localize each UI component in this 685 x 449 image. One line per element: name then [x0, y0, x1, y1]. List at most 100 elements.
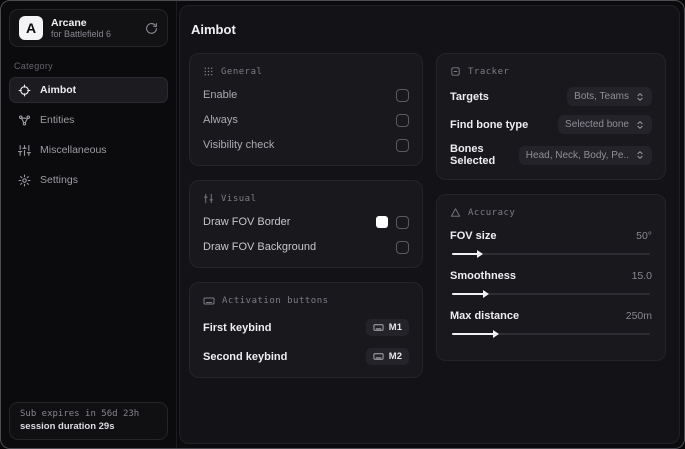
visibility-check-checkbox[interactable]	[396, 138, 409, 152]
setting-label: Bones Selected	[450, 143, 496, 167]
setting-label: Enable	[203, 89, 238, 101]
chevrons-up-down-icon	[635, 120, 645, 130]
slider-fill	[452, 250, 483, 258]
card-title-label: Visual	[221, 193, 257, 204]
chevrons-up-down-icon	[635, 150, 645, 160]
select-value: Head, Neck, Body, Pe..	[525, 149, 629, 161]
visual-card-header: Visual	[203, 193, 409, 204]
row-controls	[376, 215, 409, 229]
keybind-value: M2	[388, 351, 402, 362]
setting-label: Find bone type	[450, 118, 529, 131]
setting-label: Max distance	[450, 310, 520, 322]
slider-fill	[452, 330, 499, 338]
setting-row-second-keybind: Second keybind M2	[203, 348, 409, 365]
page-title: Aimbot	[191, 22, 236, 37]
slider-value: 15.0	[631, 270, 652, 282]
tracker-card-header: Tracker	[450, 66, 652, 77]
fov-size-slider[interactable]	[452, 250, 650, 258]
keyboard-icon	[373, 322, 384, 333]
setting-row-enable: Enable	[203, 87, 409, 103]
targets-select[interactable]: Bots, Teams	[567, 87, 652, 106]
setting-label: Smoothness	[450, 270, 517, 282]
sidebar-item-miscellaneous[interactable]: Miscellaneous	[9, 137, 168, 163]
fov-size-group: FOV size 50°	[450, 228, 652, 258]
setting-row-first-keybind: First keybind M1	[203, 319, 409, 336]
tracker-card: Tracker Targets Bots, Teams Find bone ty…	[436, 53, 666, 180]
first-keybind-button[interactable]: M1	[365, 319, 409, 336]
app-title-block: Arcane for Battlefield 6	[51, 17, 137, 39]
bones-selected-select[interactable]: Head, Neck, Body, Pe..	[518, 145, 652, 165]
crosshair-icon	[18, 84, 31, 97]
setting-row-bones-selected: Bones Selected Head, Neck, Body, Pe..	[450, 143, 652, 167]
category-label: Category	[14, 61, 53, 71]
slider-label-row: Max distance 250m	[450, 308, 652, 324]
general-card-header: General	[203, 66, 409, 77]
smoothness-group: Smoothness 15.0	[450, 268, 652, 298]
setting-label: Always	[203, 114, 238, 126]
draw-fov-border-checkbox[interactable]	[396, 215, 409, 229]
activation-card-header: Activation buttons	[203, 295, 409, 307]
left-column: General Enable Always Visibility check V…	[189, 53, 423, 378]
activation-buttons-card: Activation buttons First keybind M1 Seco…	[189, 282, 423, 378]
setting-row-draw-fov-border: Draw FOV Border	[203, 214, 409, 230]
app-window: A Arcane for Battlefield 6 Category Aimb…	[0, 0, 685, 449]
select-value: Selected bone	[565, 119, 629, 130]
sidebar-item-settings[interactable]: Settings	[9, 167, 168, 193]
general-card: General Enable Always Visibility check	[189, 53, 423, 166]
app-logo-card: A Arcane for Battlefield 6	[9, 9, 168, 47]
setting-label: Draw FOV Border	[203, 216, 291, 228]
sliders-icon	[18, 144, 31, 157]
setting-row-visibility-check: Visibility check	[203, 137, 409, 153]
setting-label: Second keybind	[203, 350, 288, 363]
scan-icon	[450, 66, 461, 77]
slider-fill	[452, 290, 489, 298]
triangle-icon	[450, 207, 461, 218]
app-name: Arcane	[51, 16, 87, 29]
setting-row-targets: Targets Bots, Teams	[450, 87, 652, 106]
fov-border-color-swatch[interactable]	[376, 216, 388, 228]
card-title-label: Tracker	[468, 66, 510, 77]
smoothness-slider[interactable]	[452, 290, 650, 298]
setting-label: First keybind	[203, 321, 272, 334]
max-distance-slider[interactable]	[452, 330, 650, 338]
setting-label: Draw FOV Background	[203, 241, 317, 253]
sub-expires-text: Sub expires in 56d 23h	[20, 409, 140, 419]
session-duration-text: session duration 29s	[20, 421, 115, 432]
accuracy-card-header: Accuracy	[450, 207, 652, 218]
app-subtitle: for Battlefield 6	[51, 28, 112, 39]
sidebar-item-label: Entities	[40, 114, 75, 126]
refresh-icon[interactable]	[145, 22, 158, 35]
main-panel: Aimbot General Enable Always Visibility …	[179, 5, 680, 444]
app-logo: A	[19, 16, 43, 40]
entities-icon	[18, 114, 31, 127]
slider-label-row: Smoothness 15.0	[450, 268, 652, 284]
enable-checkbox[interactable]	[396, 88, 409, 102]
draw-fov-background-checkbox[interactable]	[396, 240, 409, 254]
setting-row-draw-fov-background: Draw FOV Background	[203, 239, 409, 255]
find-bone-type-select[interactable]: Selected bone	[558, 115, 652, 134]
right-column: Tracker Targets Bots, Teams Find bone ty…	[436, 53, 666, 361]
card-title-label: General	[221, 66, 263, 77]
keybind-value: M1	[388, 322, 402, 333]
keyboard-icon	[373, 351, 384, 362]
content-columns: General Enable Always Visibility check V…	[189, 53, 670, 378]
sidebar-item-label: Settings	[40, 174, 78, 186]
setting-label: FOV size	[450, 230, 497, 242]
second-keybind-button[interactable]: M2	[365, 348, 409, 365]
grid-icon	[203, 66, 214, 77]
subscription-info-card: Sub expires in 56d 23h session duration …	[9, 402, 168, 440]
slider-value: 50°	[636, 230, 652, 242]
always-checkbox[interactable]	[396, 113, 409, 127]
card-title-label: Activation buttons	[222, 296, 329, 306]
sidebar-item-label: Miscellaneous	[40, 144, 107, 156]
chevrons-up-down-icon	[635, 92, 645, 102]
sidebar-item-entities[interactable]: Entities	[9, 107, 168, 133]
sidebar: A Arcane for Battlefield 6 Category Aimb…	[1, 1, 177, 448]
card-title-label: Accuracy	[468, 207, 516, 218]
slider-value: 250m	[625, 310, 652, 322]
gear-icon	[18, 174, 31, 187]
sidebar-item-aimbot[interactable]: Aimbot	[9, 77, 168, 103]
setting-row-always: Always	[203, 112, 409, 128]
sliders-icon	[203, 193, 214, 204]
slider-label-row: FOV size 50°	[450, 228, 652, 244]
